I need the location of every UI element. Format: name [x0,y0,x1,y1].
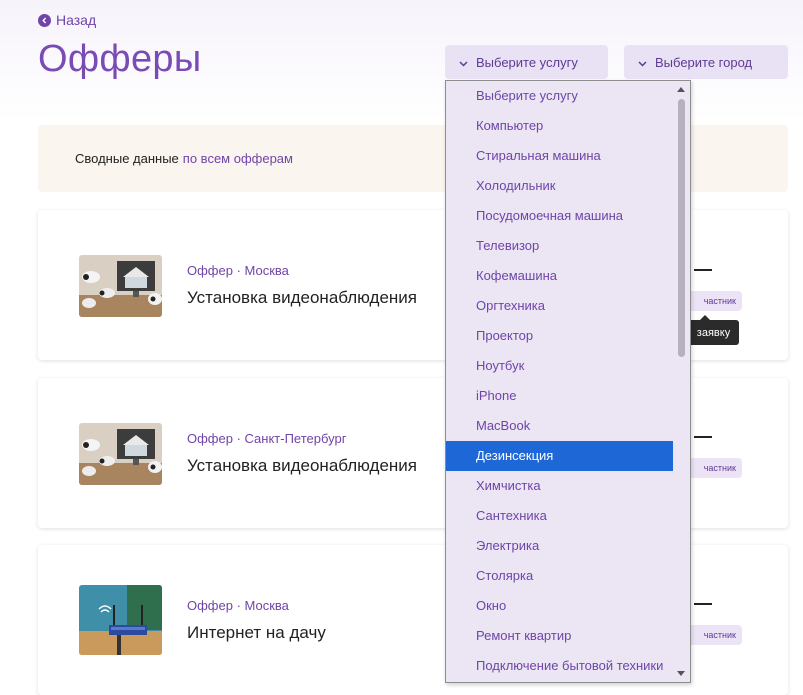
chevron-down-icon [638,55,647,70]
dropdown-option[interactable]: Столярка [446,561,673,591]
page-title: Офферы [38,38,202,80]
dropdown-option[interactable]: Компьютер [446,111,673,141]
offer-meta: Оффер · Москва [187,263,289,278]
city-select[interactable]: Выберите город [624,45,788,79]
chevron-down-icon [459,55,468,70]
dropdown-option[interactable]: Посудомоечная машина [446,201,673,231]
offer-title[interactable]: Интернет на дачу [187,623,326,643]
dropdown-option[interactable]: Дезинсекция [446,441,673,471]
dropdown-option[interactable]: Телевизор [446,231,673,261]
scroll-up-arrow-icon[interactable] [677,87,685,92]
back-link[interactable]: Назад [38,12,96,28]
dropdown-option[interactable]: Оргтехника [446,291,673,321]
dropdown-option[interactable]: Подключение бытовой техники [446,651,673,681]
dropdown-option[interactable]: Ноутбук [446,351,673,381]
service-dropdown-list[interactable]: Выберите услугу Компьютер Стиральная машин… [445,80,691,683]
dropdown-option[interactable]: Окно [446,591,673,621]
dropdown-option[interactable]: Ремонт квартир [446,621,673,651]
dropdown-option[interactable]: Проектор [446,321,673,351]
offer-badge: частник [683,625,742,645]
offer-status [694,603,712,605]
service-select[interactable]: Выберите услугу [445,45,608,79]
offer-image-router [79,585,162,655]
offer-status [694,436,712,438]
offer-image-cctv [79,423,162,485]
summary-link[interactable]: по всем офферам [183,151,293,166]
dropdown-option[interactable]: Стиральная машина [446,141,673,171]
offer-image-cctv [79,255,162,317]
dropdown-option[interactable]: Выберите услугу [446,81,673,111]
offer-title[interactable]: Установка видеонаблюдения [187,288,417,308]
dropdown-options: Выберите услугу Компьютер Стиральная машин… [446,81,673,681]
dropdown-option[interactable]: Кофемашина [446,261,673,291]
dropdown-option[interactable]: MacBook [446,411,673,441]
offer-title[interactable]: Установка видеонаблюдения [187,456,417,476]
service-select-label: Выберите услугу [476,54,578,70]
city-select-label: Выберите город [655,54,753,70]
offer-badge: частник [683,291,742,311]
dropdown-option[interactable]: iPhone [446,381,673,411]
scroll-down-arrow-icon[interactable] [677,671,685,676]
dropdown-scrollbar[interactable] [673,81,690,682]
tooltip: заявку [688,315,739,345]
dropdown-option[interactable]: Электрика [446,531,673,561]
offer-meta: Оффер · Санкт-Петербург [187,431,347,446]
summary-text: Сводные данные [75,151,179,166]
offer-badge: частник [683,458,742,478]
scrollbar-thumb[interactable] [678,99,685,357]
back-label: Назад [56,12,97,28]
dropdown-option[interactable]: Сантехника [446,501,673,531]
offer-status [694,269,712,271]
chevron-left-icon [38,13,51,27]
dropdown-option[interactable]: Химчистка [446,471,673,501]
offer-meta: Оффер · Москва [187,598,289,613]
dropdown-option[interactable]: Холодильник [446,171,673,201]
